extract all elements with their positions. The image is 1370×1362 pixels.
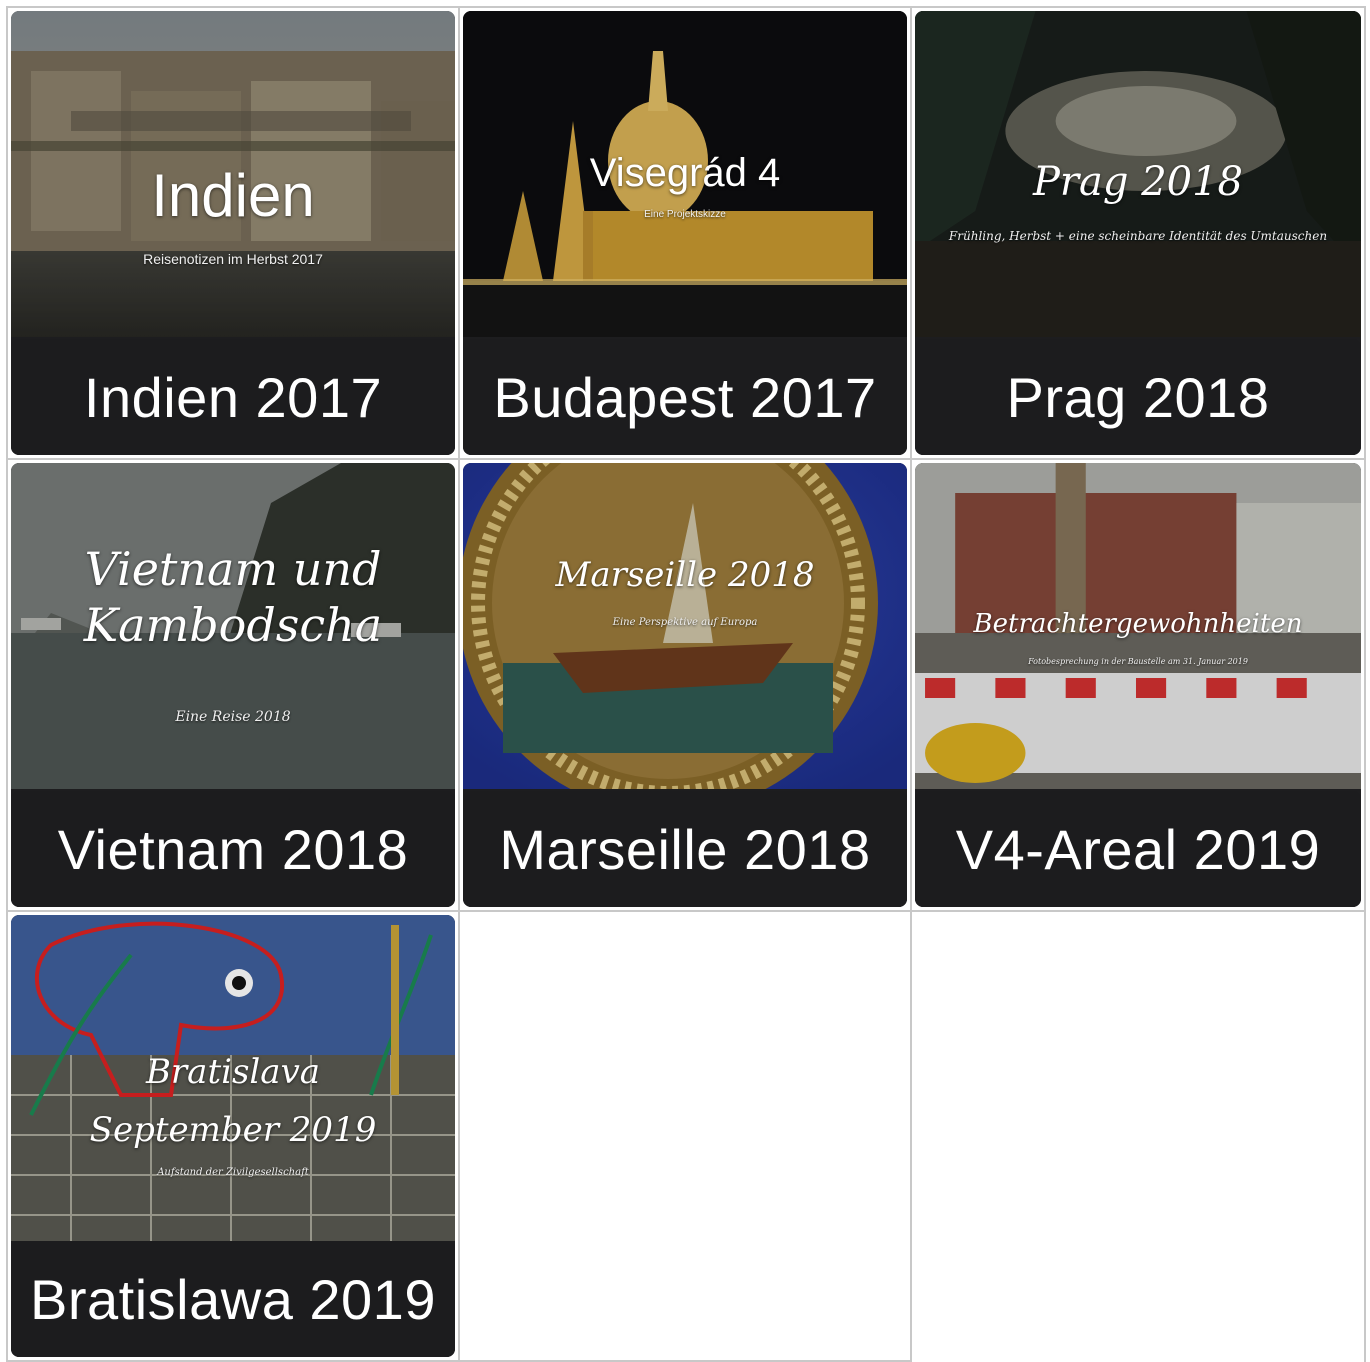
overlay-subtitle: Eine Perspektive auf Europa <box>612 617 758 628</box>
tile-photo: Bratislava September 2019 Aufstand der Z… <box>11 915 455 1241</box>
tile-caption: Bratislawa 2019 <box>11 1241 455 1357</box>
overlay-title-line1: Vietnam und <box>84 542 382 596</box>
overlay-title-line2: September 2019 <box>89 1110 377 1150</box>
tile-v4-areal-2019[interactable]: Betrachtergewohnheiten Fotobesprechung i… <box>915 463 1361 907</box>
grid-cell-empty <box>460 912 912 1362</box>
overlay-title: Indien <box>151 162 315 229</box>
tile-photo: Indien Reisenotizen im Herbst 2017 <box>11 11 455 337</box>
overlay-title: Marseille 2018 <box>555 555 815 595</box>
overlay-subtitle: Reisenotizen im Herbst 2017 <box>143 251 323 267</box>
grid-cell: Prag 2018 Frühling, Herbst + eine schein… <box>912 8 1366 460</box>
tile-photo: Betrachtergewohnheiten Fotobesprechung i… <box>915 463 1361 789</box>
tile-marseille-2018[interactable]: Marseille 2018 Eine Perspektive auf Euro… <box>463 463 907 907</box>
overlay-title: Prag 2018 <box>1033 159 1243 205</box>
overlay-title: Bratislava September 2019 <box>11 1043 455 1159</box>
tile-caption: Prag 2018 <box>915 339 1361 455</box>
overlay-title: Vietnam und Kambodscha <box>11 541 455 653</box>
grid-cell: Marseille 2018 Eine Perspektive auf Euro… <box>460 460 912 912</box>
tile-prag-2018[interactable]: Prag 2018 Frühling, Herbst + eine schein… <box>915 11 1361 455</box>
overlay-subtitle: Aufstand der Zivilgesellschaft <box>157 1167 309 1178</box>
tile-vietnam-2018[interactable]: Vietnam und Kambodscha Eine Reise 2018 V… <box>11 463 455 907</box>
tile-photo: Vietnam und Kambodscha Eine Reise 2018 <box>11 463 455 789</box>
tile-photo: Visegrád 4 Eine Projektskizze <box>463 11 907 337</box>
tile-bratislawa-2019[interactable]: Bratislava September 2019 Aufstand der Z… <box>11 915 455 1357</box>
grid-cell: Indien Reisenotizen im Herbst 2017 Indie… <box>8 8 460 460</box>
tile-caption: V4-Areal 2019 <box>915 791 1361 907</box>
grid-cell: Visegrád 4 Eine Projektskizze Budapest 2… <box>460 8 912 460</box>
tile-photo: Marseille 2018 Eine Perspektive auf Euro… <box>463 463 907 789</box>
grid-cell-empty <box>912 912 1366 1362</box>
grid-cell: Vietnam und Kambodscha Eine Reise 2018 V… <box>8 460 460 912</box>
overlay-title: Betrachtergewohnheiten <box>973 609 1303 639</box>
overlay-title-line1: Bratislava <box>145 1052 321 1092</box>
grid-cell: Betrachtergewohnheiten Fotobesprechung i… <box>912 460 1366 912</box>
tile-caption: Indien 2017 <box>11 339 455 455</box>
overlay-title: Visegrád 4 <box>589 151 781 195</box>
tile-caption: Budapest 2017 <box>463 339 907 455</box>
overlay-subtitle: Fotobesprechung in der Baustelle am 31. … <box>1028 657 1248 666</box>
tile-grid: Indien Reisenotizen im Herbst 2017 Indie… <box>6 6 1366 1362</box>
tile-indien-2017[interactable]: Indien Reisenotizen im Herbst 2017 Indie… <box>11 11 455 455</box>
tile-caption: Marseille 2018 <box>463 791 907 907</box>
overlay-subtitle: Eine Reise 2018 <box>175 709 291 725</box>
overlay-title-line2: Kambodscha <box>83 598 383 652</box>
overlay-subtitle: Eine Projektskizze <box>644 209 726 220</box>
grid-cell: Bratislava September 2019 Aufstand der Z… <box>8 912 460 1362</box>
tile-caption: Vietnam 2018 <box>11 791 455 907</box>
tile-photo: Prag 2018 Frühling, Herbst + eine schein… <box>915 11 1361 337</box>
overlay-subtitle: Frühling, Herbst + eine scheinbare Ident… <box>948 229 1328 243</box>
tile-budapest-2017[interactable]: Visegrád 4 Eine Projektskizze Budapest 2… <box>463 11 907 455</box>
